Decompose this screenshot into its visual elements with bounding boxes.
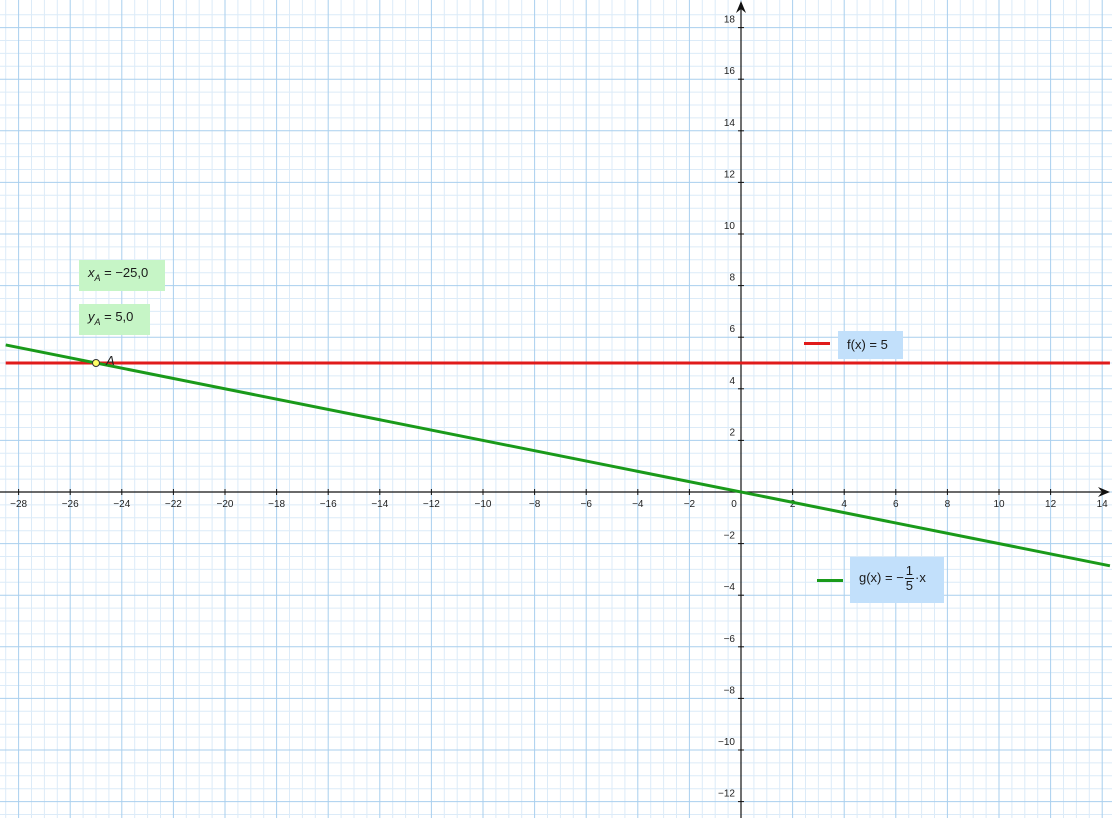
- xA-readout[interactable]: xA = −25,0: [79, 260, 165, 291]
- x-tick-label: −8: [529, 499, 541, 510]
- y-tick-label: 16: [724, 66, 736, 77]
- x-tick-label: 12: [1045, 499, 1057, 510]
- y-tick-label: −2: [724, 531, 736, 542]
- x-tick-label: 6: [893, 499, 899, 510]
- yA-readout[interactable]: yA = 5,0: [79, 304, 150, 335]
- point-A[interactable]: [92, 359, 100, 367]
- y-tick-label: 14: [724, 118, 736, 129]
- y-tick-label: 4: [729, 376, 735, 387]
- x-tick-label: 14: [1097, 499, 1109, 510]
- x-tick-label: 10: [993, 499, 1005, 510]
- g-frac-denominator: 5: [905, 578, 914, 593]
- axis-ticks: −28 −26 −24 −22 −20 −18 −16 −14 −12 −10 −8 −6 −4 −2 0 2…: [10, 15, 1109, 803]
- x-tick-label: −20: [217, 499, 234, 510]
- f-label-text: f(x) = 5: [847, 337, 888, 352]
- xA-value: = −25,0: [100, 265, 149, 280]
- x-tick-label: −24: [113, 499, 130, 510]
- x-tick-label: −14: [371, 499, 388, 510]
- y-tick-label: 18: [724, 15, 736, 26]
- curves[interactable]: [5, 343, 1111, 568]
- g-label-suffix: ·x: [915, 569, 926, 585]
- curve-g[interactable]: [5, 343, 1111, 568]
- y-tick-label: 6: [729, 324, 735, 335]
- graph-canvas[interactable]: −28 −26 −24 −22 −20 −18 −16 −14 −12 −10 −8 −6 −4 −2 0 2…: [0, 0, 1112, 818]
- x-tick-label: 0: [731, 499, 737, 510]
- yA-value: = 5,0: [100, 309, 134, 324]
- x-tick-label: −2: [684, 499, 696, 510]
- f-legend-swatch: [804, 342, 830, 345]
- g-legend-swatch: [817, 579, 843, 582]
- x-tick-label: 8: [945, 499, 951, 510]
- axes: [0, 1, 1110, 818]
- x-tick-label: −18: [268, 499, 285, 510]
- x-tick-label: −28: [10, 499, 27, 510]
- y-tick-label: −8: [724, 685, 736, 696]
- f-label[interactable]: f(x) = 5: [838, 331, 903, 359]
- x-tick-label: 4: [841, 499, 847, 510]
- y-tick-label: 12: [724, 169, 736, 180]
- y-tick-label: −12: [718, 789, 735, 800]
- x-tick-label: −10: [475, 499, 492, 510]
- g-frac-numerator: 1: [904, 563, 915, 579]
- x-tick-label: −26: [62, 499, 79, 510]
- y-tick-label: 10: [724, 221, 736, 232]
- point-A-label: A: [105, 353, 115, 368]
- g-label[interactable]: g(x) = −1 5 ·x: [850, 557, 944, 603]
- y-tick-label: −6: [724, 634, 736, 645]
- x-tick-label: −16: [320, 499, 337, 510]
- x-tick-label: −4: [632, 499, 644, 510]
- x-tick-label: −12: [423, 499, 440, 510]
- x-tick-label: −22: [165, 499, 182, 510]
- grid-minor: [0, 0, 1112, 818]
- y-tick-label: −4: [724, 582, 736, 593]
- g-label-prefix: g(x) = −: [859, 569, 904, 585]
- g-fraction: 15: [904, 563, 915, 593]
- grid-major: [0, 0, 1112, 818]
- y-tick-label: 2: [729, 427, 735, 438]
- x-tick-label: −6: [580, 499, 592, 510]
- y-tick-label: 8: [729, 273, 735, 284]
- y-tick-label: −10: [718, 737, 735, 748]
